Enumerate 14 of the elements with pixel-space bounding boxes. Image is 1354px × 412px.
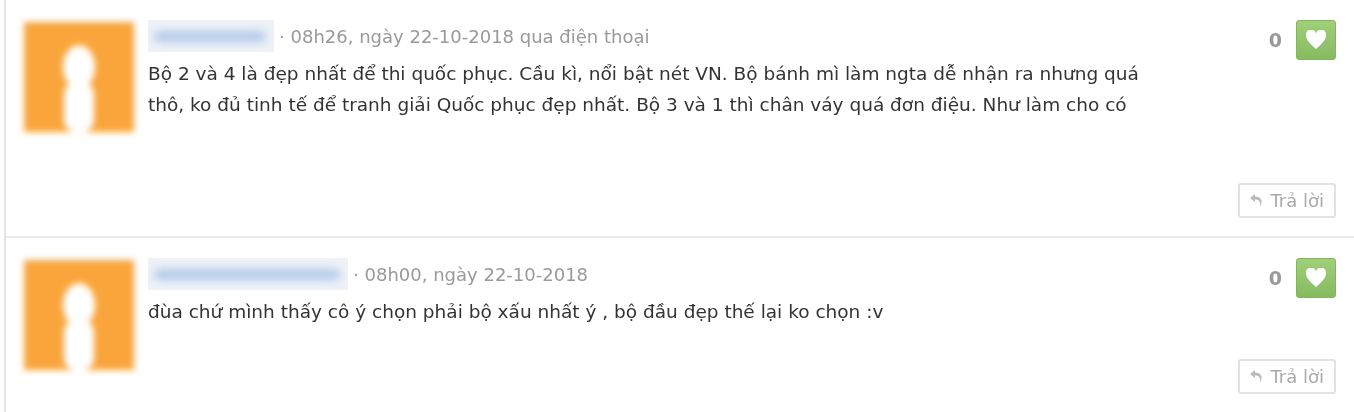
comment-text: Bộ 2 và 4 là đẹp nhất để thi quốc phục. Cầu kì, nổi bật nét VN. Bộ bánh mì làm ngta dễ nhận ra nhưng quá thô, ko đủ tinh tế để tranh giải Quốc phục đẹp nhất. Bộ 3 và 1 thì chân váy quá đơn điệu. Như làm cho có [148,62,1140,117]
comment-meta: · 08h26, ngày 22-10-2018 qua điện thoại [279,25,650,47]
like-count: 0 [1268,265,1282,291]
like-button[interactable] [1296,20,1336,60]
reply-button[interactable]: Trả lời [1238,359,1336,394]
heart-icon [1305,268,1327,288]
like-button[interactable] [1296,258,1336,298]
reply-button[interactable]: Trả lời [1238,183,1336,218]
comment-text: đùa chứ mình thấy cô ý chọn phải bộ xấu nhất ý , bộ đầu đẹp thế lại ko chọn :v [148,300,885,324]
avatar-icon [24,22,134,132]
like-count: 0 [1268,27,1282,53]
comment-meta: · 08h00, ngày 22-10-2018 [353,263,589,285]
avatar-icon [24,260,134,370]
heart-icon [1305,30,1327,50]
